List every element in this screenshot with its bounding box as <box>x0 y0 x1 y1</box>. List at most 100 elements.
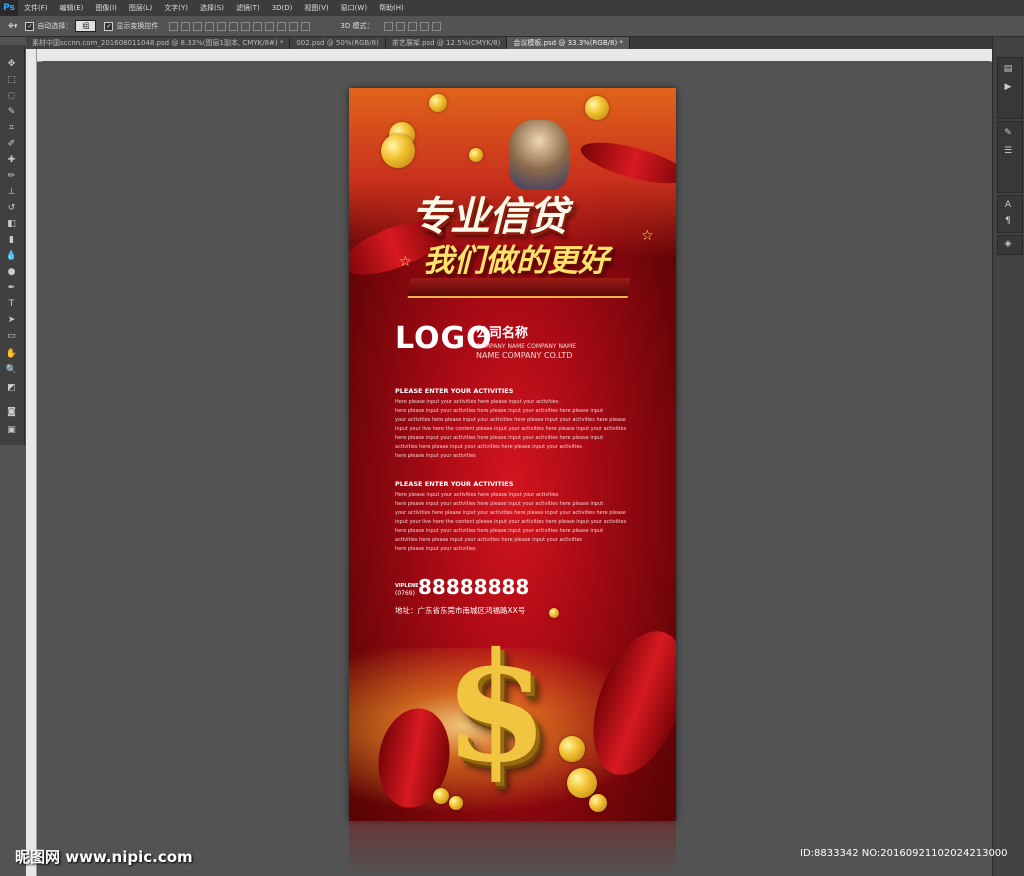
right-panel-dock: ▤ ▶ ✎ ☰ A ¶ ◈ <box>992 37 1024 876</box>
menu-select[interactable]: 选择(S) <box>194 3 230 13</box>
3d-panel-icon[interactable]: ◈ <box>1001 238 1015 250</box>
distribute-hcenter-icon[interactable] <box>289 21 299 31</box>
distribute-left-icon[interactable] <box>277 21 287 31</box>
company-name-en-line2: NAME COMPANY CO.LTD <box>476 351 573 360</box>
auto-select-dropdown[interactable]: 组 <box>75 20 97 32</box>
poster-reflection <box>349 822 676 876</box>
check-icon: ✓ <box>25 21 35 31</box>
menu-filter[interactable]: 滤镜(T) <box>230 3 266 13</box>
activity-line: your activities here please input your a… <box>395 417 626 423</box>
poster-document[interactable]: 专业信贷 ☆ 我们做的更好 ☆ LOGO 公司名称 COMPANY NAME C… <box>349 88 676 821</box>
menu-edit[interactable]: 编辑(E) <box>54 3 90 13</box>
tab-document-4[interactable]: 会议模板.psd @ 33.3%(RGB/8) * <box>507 37 630 49</box>
properties-panel-icon[interactable]: ☰ <box>1001 145 1015 157</box>
lasso-tool-icon[interactable]: ◌ <box>4 89 19 103</box>
activity-line: activities here please input your activi… <box>395 537 583 543</box>
activity-line: your activities here please input your a… <box>395 510 626 516</box>
quick-select-tool-icon[interactable]: ✎ <box>4 105 19 119</box>
star-icon: ☆ <box>641 228 654 244</box>
healing-tool-icon[interactable]: ✚ <box>4 153 19 167</box>
quick-mask-icon[interactable]: ◙ <box>4 405 19 419</box>
brush-panel-icon[interactable]: ✎ <box>1001 127 1015 139</box>
document-tab-bar: 素材中国sccnn.com_201608011048.psd @ 8.33%(图… <box>26 37 992 49</box>
3d-pan-icon[interactable] <box>408 21 418 31</box>
character-panel-icon[interactable]: A <box>1001 199 1015 211</box>
3d-slide-icon[interactable] <box>420 21 430 31</box>
3d-mode-buttons <box>381 21 442 31</box>
history-panel-icon[interactable]: ▤ <box>1001 63 1015 75</box>
actions-panel-icon[interactable]: ▶ <box>1001 81 1015 93</box>
coin-icon <box>585 96 609 120</box>
menu-view[interactable]: 视图(V) <box>298 3 334 13</box>
distribute-top-icon[interactable] <box>241 21 251 31</box>
type-tool-icon[interactable]: T <box>4 297 19 311</box>
marquee-tool-icon[interactable]: ⬚ <box>4 73 19 87</box>
tab-document-2[interactable]: 002.psd @ 50%(RGB/8) <box>290 37 386 49</box>
tab-document-3[interactable]: 茶艺展架.psd @ 12.5%(CMYK/8) <box>385 37 508 49</box>
tab-document-1[interactable]: 素材中国sccnn.com_201608011048.psd @ 8.33%(图… <box>26 37 291 49</box>
distribute-vcenter-icon[interactable] <box>253 21 263 31</box>
hotline-label: VIPLENE <box>395 583 419 589</box>
paragraph-panel-icon[interactable]: ¶ <box>1001 215 1015 227</box>
menu-image[interactable]: 图像(I) <box>89 3 123 13</box>
headline-sub: 我们做的更好 <box>423 243 609 279</box>
show-transform-checkbox[interactable]: ✓ 显示变换控件 <box>104 21 158 31</box>
coin-icon <box>429 94 447 112</box>
coin-icon <box>589 794 607 812</box>
align-left-icon[interactable] <box>205 21 215 31</box>
pen-tool-icon[interactable]: ✒ <box>4 281 19 295</box>
headline-main: 专业信贷 <box>411 194 568 240</box>
check-icon: ✓ <box>104 21 114 31</box>
align-bottom-icon[interactable] <box>193 21 203 31</box>
path-select-tool-icon[interactable]: ➤ <box>4 313 19 327</box>
blur-tool-icon[interactable]: 💧 <box>4 249 19 263</box>
eyedropper-tool-icon[interactable]: ✐ <box>4 137 19 151</box>
align-top-icon[interactable] <box>169 21 179 31</box>
3d-rotate-icon[interactable] <box>384 21 394 31</box>
show-transform-label: 显示变换控件 <box>116 22 159 30</box>
headline-base-decoration <box>407 278 631 298</box>
3d-scale-icon[interactable] <box>432 21 442 31</box>
gradient-tool-icon[interactable]: ▮ <box>4 233 19 247</box>
hand-tool-icon[interactable]: ✋ <box>4 347 19 361</box>
auto-select-label: 自动选择： <box>37 22 73 30</box>
crop-tool-icon[interactable]: ⌗ <box>4 121 19 135</box>
menu-layer[interactable]: 图层(L) <box>123 3 158 13</box>
activity-line: Here please input your activities here p… <box>395 399 559 405</box>
coin-icon <box>559 736 585 762</box>
eraser-tool-icon[interactable]: ◧ <box>4 217 19 231</box>
phone-number: 88888888 <box>418 575 530 599</box>
menu-3d[interactable]: 3D(D) <box>266 4 299 12</box>
shape-tool-icon[interactable]: ▭ <box>4 329 19 343</box>
activity-line: input your live here the content please … <box>395 519 627 525</box>
menu-type[interactable]: 文字(Y) <box>158 3 194 13</box>
zoom-tool-icon[interactable]: 🔍 <box>4 363 19 377</box>
watermark-id: ID:8833342 NO:20160921102024213000 <box>800 848 1008 859</box>
align-buttons <box>166 21 311 31</box>
menu-file[interactable]: 文件(F) <box>18 3 54 13</box>
align-hcenter-icon[interactable] <box>217 21 227 31</box>
activity-line: Here please input your activities here p… <box>395 492 559 498</box>
color-swatches-icon[interactable]: ◩ <box>4 381 19 395</box>
align-vcenter-icon[interactable] <box>181 21 191 31</box>
auto-select-checkbox[interactable]: ✓ 自动选择： 组 <box>25 20 97 32</box>
history-brush-icon[interactable]: ↺ <box>4 201 19 215</box>
move-tool-icon[interactable]: ✥ <box>4 57 19 71</box>
activity-line: input your live here the content please … <box>395 426 627 432</box>
align-right-icon[interactable] <box>229 21 239 31</box>
dodge-tool-icon[interactable]: ● <box>4 265 19 279</box>
brush-tool-icon[interactable]: ✏ <box>4 169 19 183</box>
company-name-en-line1: COMPANY NAME COMPANY NAME <box>476 343 577 350</box>
stamp-tool-icon[interactable]: ⊥ <box>4 185 19 199</box>
coin-icon <box>567 768 597 798</box>
screen-mode-icon[interactable]: ▣ <box>4 423 19 437</box>
coin-icon <box>469 148 483 162</box>
vertical-ruler[interactable] <box>26 49 37 876</box>
distribute-right-icon[interactable] <box>301 21 311 31</box>
3d-roll-icon[interactable] <box>396 21 406 31</box>
menu-help[interactable]: 帮助(H) <box>373 3 410 13</box>
move-tool-icon[interactable]: ✥▾ <box>8 22 17 30</box>
photoshop-logo[interactable]: Ps <box>0 0 18 16</box>
distribute-bottom-icon[interactable] <box>265 21 275 31</box>
menu-window[interactable]: 窗口(W) <box>335 3 373 13</box>
